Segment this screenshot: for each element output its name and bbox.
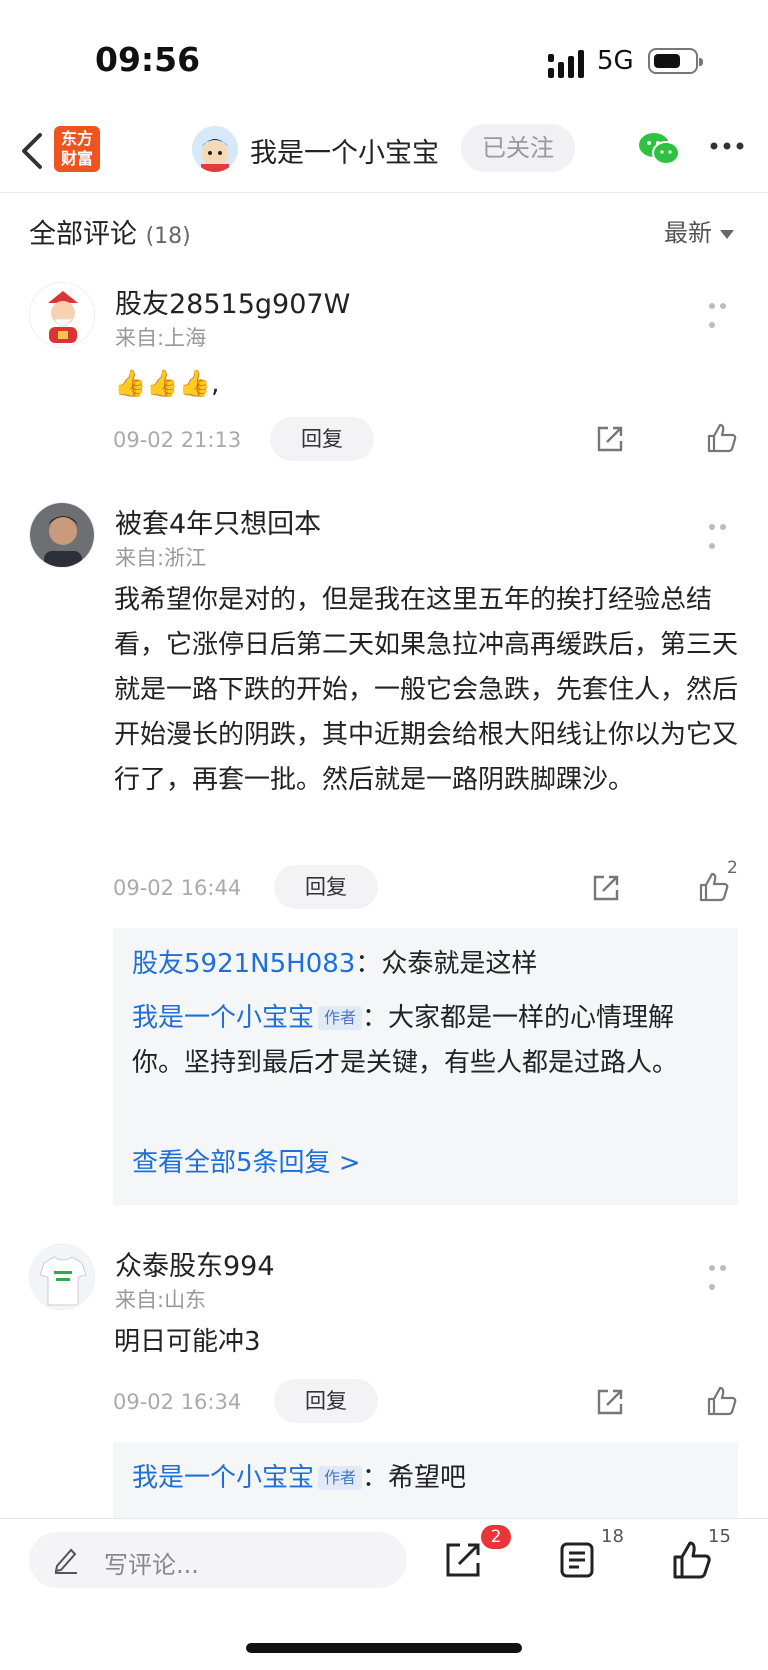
write-comment-input[interactable]: 写评论... bbox=[29, 1532, 407, 1588]
home-indicator bbox=[246, 1643, 522, 1653]
like-count: 2 bbox=[727, 858, 738, 878]
reply-text: 希望吧 bbox=[388, 1463, 467, 1493]
thumbs-up-icon[interactable] bbox=[698, 871, 730, 903]
more-icon[interactable] bbox=[709, 294, 739, 328]
write-comment-placeholder: 写评论... bbox=[104, 1551, 199, 1579]
reply-username[interactable]: 股友5921N5H083 bbox=[132, 949, 355, 979]
reply-item: 我是一个小宝宝 作者 ：希望吧 bbox=[132, 1456, 722, 1501]
comments-icon[interactable] bbox=[557, 1540, 597, 1580]
share-icon[interactable] bbox=[595, 1387, 625, 1417]
signal-icon bbox=[548, 50, 584, 78]
reply-button[interactable]: 回复 bbox=[274, 865, 378, 909]
logo-line2: 财富 bbox=[60, 149, 93, 168]
thumbs-up-icon[interactable] bbox=[706, 422, 738, 454]
replies-box: 股友5921N5H083：众泰就是这样 我是一个小宝宝 作者 ：大家都是一样的心情理… bbox=[113, 928, 738, 1205]
network-label: 5G bbox=[597, 46, 634, 76]
more-icon[interactable] bbox=[709, 1256, 739, 1290]
more-icon[interactable] bbox=[709, 515, 739, 549]
comments-title: 全部评论 (18) bbox=[29, 212, 191, 251]
reply-item: 我是一个小宝宝 作者 ：大家都是一样的心情理解你。坚持到最后才是关键，有些人都是过路… bbox=[132, 996, 707, 1086]
comment-avatar[interactable] bbox=[29, 1244, 95, 1310]
comment-username[interactable]: 被套4年只想回本 bbox=[115, 502, 321, 541]
comment-time: 09-02 21:13 bbox=[113, 428, 242, 452]
nav-divider bbox=[0, 192, 768, 193]
reply-colon: ： bbox=[355, 949, 382, 979]
reply-button[interactable]: 回复 bbox=[274, 1379, 378, 1423]
reply-button[interactable]: 回复 bbox=[270, 417, 374, 461]
battery-icon bbox=[648, 48, 703, 74]
comment-time: 09-02 16:34 bbox=[113, 1390, 242, 1414]
comment-count: 18 bbox=[601, 1526, 624, 1547]
share-badge: 2 bbox=[481, 1525, 511, 1549]
logo-line1: 东方 bbox=[60, 129, 93, 148]
share-icon[interactable] bbox=[443, 1540, 483, 1580]
comments-count: (18) bbox=[145, 224, 191, 249]
back-icon[interactable] bbox=[18, 132, 46, 170]
comment-avatar[interactable] bbox=[29, 282, 95, 348]
comment-username[interactable]: 众泰股东994 bbox=[115, 1244, 275, 1283]
author-avatar[interactable] bbox=[192, 126, 238, 172]
reply-colon: ： bbox=[362, 1003, 389, 1033]
comment-location: 来自:浙江 bbox=[115, 546, 207, 570]
share-icon[interactable] bbox=[595, 424, 625, 454]
comments-title-label: 全部评论 bbox=[29, 219, 137, 250]
app-logo[interactable]: 东方 财富 bbox=[54, 126, 100, 172]
author-tag: 作者 bbox=[318, 1466, 363, 1490]
comment-text: 我希望你是对的，但是我在这里五年的挨打经验总结看，它涨停日后第二天如果急拉冲高再… bbox=[114, 585, 739, 795]
sort-dropdown[interactable]: 最新 bbox=[664, 213, 734, 248]
comment-username[interactable]: 股友28515g907W bbox=[115, 282, 350, 321]
view-all-replies-link[interactable]: 查看全部5条回复 > bbox=[132, 1142, 361, 1179]
comment-location: 来自:上海 bbox=[115, 326, 207, 350]
author-name[interactable]: 我是一个小宝宝 bbox=[250, 131, 439, 170]
reply-username[interactable]: 我是一个小宝宝 bbox=[132, 1463, 314, 1493]
comment-avatar[interactable] bbox=[29, 502, 95, 568]
author-tag: 作者 bbox=[318, 1006, 363, 1030]
status-time: 09:56 bbox=[95, 40, 201, 79]
reply-username[interactable]: 我是一个小宝宝 bbox=[132, 1003, 314, 1033]
comment-location: 来自:山东 bbox=[115, 1288, 207, 1312]
wechat-icon[interactable] bbox=[638, 132, 680, 166]
reply-colon: ： bbox=[362, 1463, 389, 1493]
like-count: 15 bbox=[708, 1526, 731, 1547]
share-icon[interactable] bbox=[591, 873, 621, 903]
triangle-down-icon bbox=[720, 229, 734, 239]
comment-text: 👍👍👍, bbox=[114, 369, 220, 399]
more-icon[interactable] bbox=[710, 140, 744, 152]
sort-label: 最新 bbox=[664, 219, 712, 247]
follow-button[interactable]: 已关注 bbox=[461, 124, 575, 172]
comment-time: 09-02 16:44 bbox=[113, 876, 242, 900]
replies-box: 我是一个小宝宝 作者 ：希望吧 bbox=[113, 1442, 738, 1518]
thumbs-up-icon[interactable] bbox=[706, 1385, 738, 1417]
reply-text: 众泰就是这样 bbox=[381, 949, 538, 979]
thumbs-up-icon[interactable] bbox=[672, 1540, 712, 1580]
reply-item: 股友5921N5H083：众泰就是这样 bbox=[132, 942, 722, 987]
comment-text: 明日可能冲3 bbox=[114, 1327, 261, 1357]
pencil-icon bbox=[54, 1548, 77, 1574]
bottom-divider bbox=[0, 1518, 768, 1519]
